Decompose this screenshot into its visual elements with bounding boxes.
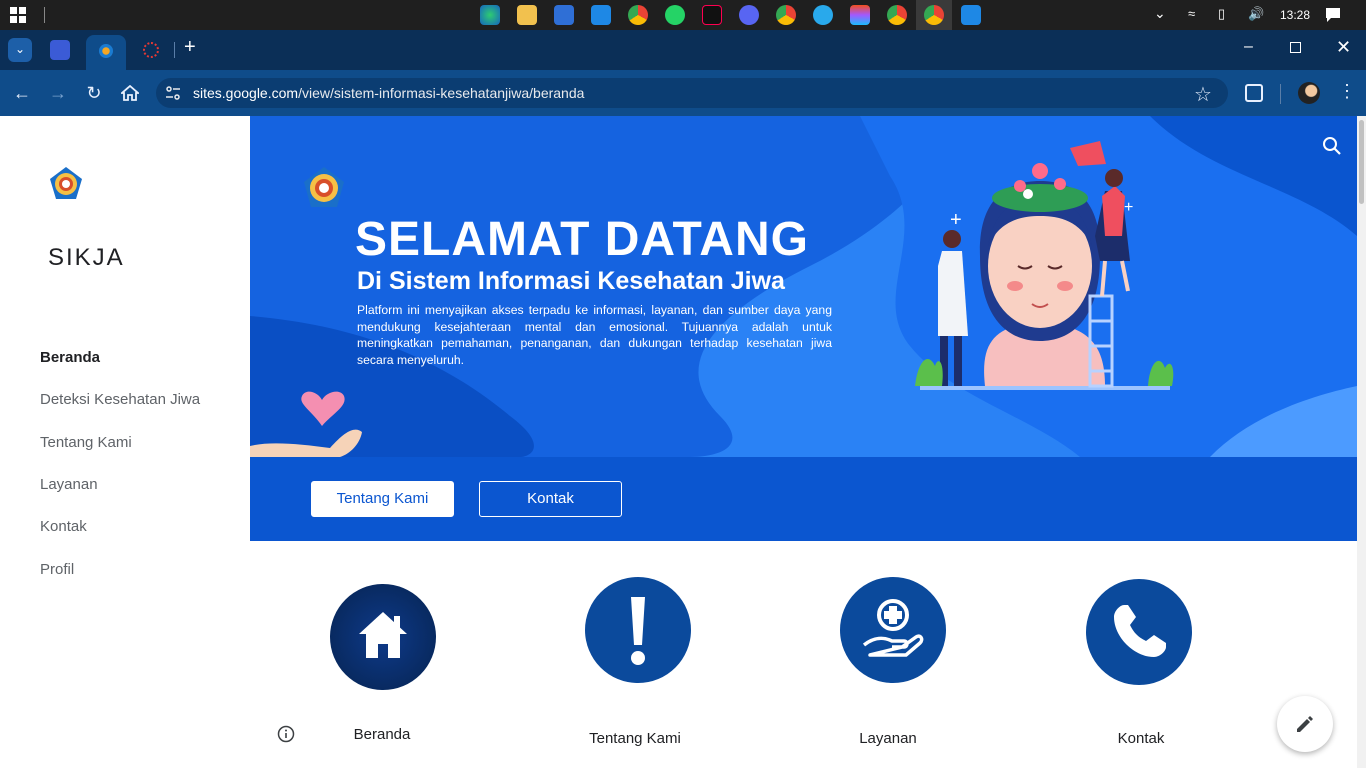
feature-kontak[interactable]: [1086, 579, 1192, 685]
discord-icon[interactable]: [739, 5, 759, 25]
clock-time[interactable]: 13:28: [1280, 8, 1310, 22]
extensions-icon[interactable]: [1245, 84, 1263, 102]
pencil-icon: [1297, 716, 1313, 732]
site-info-icon[interactable]: [165, 86, 181, 100]
hero-logo-icon: [304, 167, 344, 207]
store-icon[interactable]: [554, 5, 574, 25]
site-favicon-icon: [99, 44, 113, 58]
profile-avatar[interactable]: [1298, 82, 1320, 104]
feature-layanan-label[interactable]: Layanan: [808, 730, 968, 747]
file-explorer-icon[interactable]: [517, 5, 537, 25]
medical-hand-icon: [862, 599, 924, 657]
edit-page-button[interactable]: [1277, 696, 1333, 752]
site-title[interactable]: SIKJA: [48, 244, 125, 272]
new-tab-button[interactable]: +: [184, 36, 200, 59]
battery-icon[interactable]: ▯: [1218, 6, 1225, 22]
vscode-icon[interactable]: [961, 5, 981, 25]
chrome-active-icon[interactable]: [924, 5, 944, 25]
windows-start-icon[interactable]: [10, 7, 26, 23]
volume-icon[interactable]: 🔊: [1248, 6, 1264, 22]
notification-icon[interactable]: [1325, 7, 1341, 23]
mental-health-illustration: + +: [915, 141, 1174, 390]
edge-icon[interactable]: [480, 5, 500, 25]
info-icon[interactable]: [277, 725, 295, 743]
reload-button[interactable]: ↻: [80, 79, 108, 107]
feature-tentang-kami-label[interactable]: Tentang Kami: [555, 730, 715, 747]
sidebar-item-deteksi[interactable]: Deteksi Kesehatan Jiwa: [40, 391, 200, 408]
hero-title: SELAMAT DATANG: [355, 213, 809, 266]
sidebar-item-layanan[interactable]: Layanan: [40, 476, 98, 493]
feature-beranda[interactable]: [330, 584, 436, 690]
kontak-button[interactable]: Kontak: [479, 481, 622, 517]
hero-description: Platform ini menyajikan akses terpadu ke…: [357, 303, 832, 367]
tray-chevron-icon[interactable]: ⌄: [1154, 5, 1166, 22]
chrome-alt-icon[interactable]: [887, 5, 907, 25]
tentang-kami-button[interactable]: Tentang Kami: [311, 481, 454, 517]
chrome-profile-icon[interactable]: [776, 5, 796, 25]
windows-taskbar: ⌄ ≈ ▯ 🔊 13:28: [0, 0, 1366, 30]
phone-icon: [1114, 605, 1166, 657]
exclamation-icon: [631, 597, 645, 665]
taskbar-divider: [44, 7, 45, 23]
page-scrollbar[interactable]: [1357, 116, 1366, 768]
toolbar-divider: [1280, 84, 1281, 104]
sidebar-item-beranda[interactable]: Beranda: [40, 349, 100, 366]
feature-layanan[interactable]: [840, 577, 946, 683]
site-search-icon[interactable]: [1322, 136, 1342, 156]
whatsapp-icon[interactable]: [665, 5, 685, 25]
bookmark-star-icon[interactable]: ☆: [1194, 82, 1212, 107]
forward-button[interactable]: →: [44, 79, 72, 107]
url-text[interactable]: sites.google.com/view/sistem-informasi-k…: [193, 85, 584, 101]
minimize-button[interactable]: –: [1244, 38, 1253, 56]
tab-divider: [174, 42, 175, 58]
mail-icon[interactable]: [591, 5, 611, 25]
scrollbar-thumb[interactable]: [1359, 120, 1364, 204]
feature-beranda-label[interactable]: Beranda: [302, 726, 462, 743]
svg-text:+: +: [1124, 199, 1133, 216]
url-path: /view/sistem-informasi-kesehatanjiwa/ber…: [298, 85, 585, 101]
sidebar-item-profil[interactable]: Profil: [40, 561, 74, 578]
browser-menu-icon[interactable]: ⋮: [1338, 81, 1356, 102]
back-button[interactable]: ←: [8, 79, 36, 107]
browser-tab-strip: ⌄ + – ✕: [0, 30, 1366, 70]
chrome-icon[interactable]: [628, 5, 648, 25]
home-button-icon[interactable]: [121, 85, 139, 101]
loading-tab-icon[interactable]: [143, 42, 159, 58]
close-window-button[interactable]: ✕: [1336, 37, 1351, 58]
hero-banner: SELAMAT DATANG Di Sistem Informasi Keseh…: [250, 116, 1357, 541]
sidebar-item-kontak[interactable]: Kontak: [40, 518, 87, 535]
svg-text:+: +: [950, 209, 962, 231]
tiktok-icon[interactable]: [702, 5, 722, 25]
site-sidebar: SIKJA Beranda Deteksi Kesehatan Jiwa Ten…: [0, 116, 250, 768]
wifi-icon[interactable]: ≈: [1188, 6, 1195, 21]
sidebar-item-tentang-kami[interactable]: Tentang Kami: [40, 434, 132, 451]
restore-button[interactable]: [1290, 42, 1301, 53]
home-icon: [359, 612, 407, 658]
tab-group-icon[interactable]: [50, 40, 70, 60]
site-logo-icon[interactable]: [48, 166, 84, 202]
figma-icon[interactable]: [850, 5, 870, 25]
url-host: sites.google.com: [193, 85, 299, 101]
tab-search-button[interactable]: ⌄: [8, 38, 32, 62]
hero-subtitle: Di Sistem Informasi Kesehatan Jiwa: [357, 267, 785, 295]
feature-tentang-kami[interactable]: [585, 577, 691, 683]
telegram-icon[interactable]: [813, 5, 833, 25]
hand-heart-illustration: [250, 391, 362, 457]
feature-kontak-label[interactable]: Kontak: [1061, 730, 1221, 747]
active-tab[interactable]: [86, 35, 126, 70]
